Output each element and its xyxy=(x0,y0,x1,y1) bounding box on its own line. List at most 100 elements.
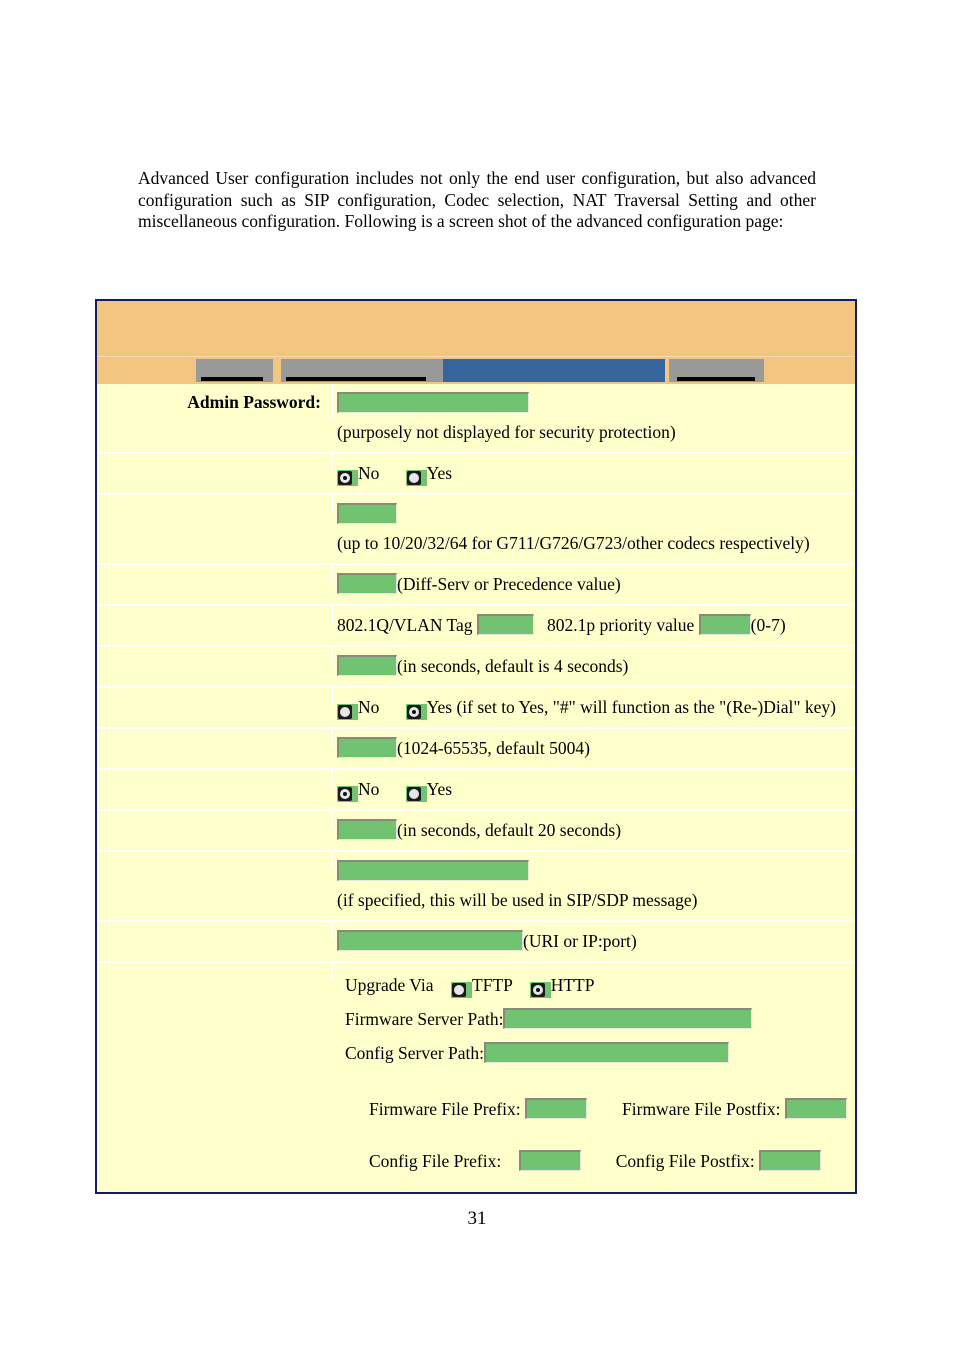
hint-diffserv: (Diff-Serv or Precedence value) xyxy=(397,574,621,594)
radio-icon xyxy=(406,470,421,485)
radio-upgrade-http[interactable] xyxy=(529,981,551,998)
radio-option-3-no-label: No xyxy=(358,779,380,799)
field-diffserv: (Diff-Serv or Precedence value) xyxy=(333,565,855,604)
firmware-file-postfix-label: Firmware File Postfix: xyxy=(622,1099,781,1119)
config-file-prefix-label: Config File Prefix: xyxy=(369,1151,502,1171)
vlan-priority-input[interactable] xyxy=(698,614,751,635)
timer-4s-input[interactable] xyxy=(337,655,397,676)
radio-upgrade-http-label: HTTP xyxy=(550,975,595,995)
tab-4[interactable] xyxy=(669,359,764,382)
row-admin-password: Admin Password: (purposely not displayed… xyxy=(97,384,855,454)
config-file-postfix-input[interactable] xyxy=(759,1150,822,1171)
vlan-priority-label: 802.1p priority value xyxy=(547,615,695,635)
radio-icon xyxy=(338,704,352,719)
hint-sip-sdp: (if specified, this will be used in SIP/… xyxy=(337,890,698,910)
radio-option-2-yes[interactable] xyxy=(405,703,427,720)
firmware-server-path-line: Firmware Server Path: xyxy=(337,1002,849,1036)
tab-1[interactable] xyxy=(196,359,273,382)
tab-2[interactable] xyxy=(281,359,443,382)
tab-3[interactable] xyxy=(443,359,665,382)
row-timer-20s: (in seconds, default 20 seconds) xyxy=(97,811,855,852)
row-option-2: No Yes (if set to Yes, "#" will function… xyxy=(97,688,855,729)
field-rtp-port: (1024-65535, default 5004) xyxy=(333,729,855,768)
rtp-port-input[interactable] xyxy=(337,737,397,758)
label-diffserv xyxy=(97,565,333,583)
hint-codec-size: (up to 10/20/32/64 for G711/G726/G723/ot… xyxy=(337,533,810,553)
config-banner xyxy=(97,301,855,356)
firmware-file-prefix-label: Firmware File Prefix: xyxy=(369,1099,521,1119)
row-timer-4s: (in seconds, default is 4 seconds) xyxy=(97,647,855,688)
timer-20s-input[interactable] xyxy=(337,819,397,840)
tab-1-label-redaction xyxy=(201,377,263,381)
row-codec-size: (up to 10/20/32/64 for G711/G726/G723/ot… xyxy=(97,495,855,565)
sip-sdp-input[interactable] xyxy=(337,860,529,881)
field-upgrade: Upgrade Via TFTP HTTP Firmware Server Pa… xyxy=(333,963,855,1192)
label-admin-password: Admin Password: xyxy=(97,384,333,419)
hint-uri: (URI or IP:port) xyxy=(523,931,637,951)
config-server-path-input[interactable] xyxy=(484,1042,730,1063)
field-uri: (URI or IP:port) xyxy=(333,922,855,961)
config-page-screenshot: Admin Password: (purposely not displayed… xyxy=(95,299,857,1194)
radio-option-1-no[interactable] xyxy=(337,469,358,486)
radio-option-2-no-label: No xyxy=(358,697,380,717)
firmware-server-path-label: Firmware Server Path: xyxy=(345,1009,504,1029)
label-option-2 xyxy=(97,688,333,706)
config-server-path-line: Config Server Path: xyxy=(337,1036,849,1070)
radio-option-3-yes[interactable] xyxy=(405,785,427,802)
radio-option-2-no[interactable] xyxy=(337,703,358,720)
field-sip-sdp: (if specified, this will be used in SIP/… xyxy=(333,852,855,920)
field-timer-4s: (in seconds, default is 4 seconds) xyxy=(333,647,855,686)
row-rtp-port: (1024-65535, default 5004) xyxy=(97,729,855,770)
row-vlan: 802.1Q/VLAN Tag 802.1p priority value (0… xyxy=(97,606,855,647)
uri-input[interactable] xyxy=(337,930,523,951)
config-file-postfix-label: Config File Postfix: xyxy=(615,1151,755,1171)
hint-vlan: (0-7) xyxy=(750,615,786,635)
label-codec-size xyxy=(97,495,333,513)
diffserv-input[interactable] xyxy=(337,573,397,594)
label-uri xyxy=(97,922,333,940)
config-file-prefix-input[interactable] xyxy=(518,1150,581,1171)
radio-icon xyxy=(530,982,545,997)
hint-option-2: (if set to Yes, "#" will function as the… xyxy=(456,697,836,717)
document-body: Advanced User configuration includes not… xyxy=(138,168,816,233)
label-timer-4s xyxy=(97,647,333,665)
radio-icon xyxy=(338,786,352,801)
field-option-3: No Yes xyxy=(333,770,855,809)
radio-option-3-no[interactable] xyxy=(337,785,358,802)
radio-icon xyxy=(338,470,352,485)
tab-4-label-redaction xyxy=(677,377,755,381)
admin-password-input[interactable] xyxy=(337,392,529,413)
radio-option-1-yes-label: Yes xyxy=(426,463,453,483)
label-option-1 xyxy=(97,454,333,472)
radio-option-1-yes[interactable] xyxy=(405,469,427,486)
vlan-tag-input[interactable] xyxy=(476,614,534,635)
radio-icon xyxy=(452,982,467,997)
firmware-server-path-input[interactable] xyxy=(503,1008,753,1029)
field-option-2: No Yes (if set to Yes, "#" will function… xyxy=(333,688,855,727)
config-tab-bar xyxy=(97,356,855,384)
radio-option-2-yes-label: Yes xyxy=(426,697,453,717)
radio-upgrade-tftp[interactable] xyxy=(451,981,473,998)
label-option-3 xyxy=(97,770,333,788)
row-uri: (URI or IP:port) xyxy=(97,922,855,963)
upgrade-via-line: Upgrade Via TFTP HTTP xyxy=(337,968,849,1002)
row-upgrade: Upgrade Via TFTP HTTP Firmware Server Pa… xyxy=(97,963,855,1192)
label-upgrade xyxy=(97,963,333,981)
codec-size-input[interactable] xyxy=(337,503,397,524)
label-timer-20s xyxy=(97,811,333,829)
firmware-file-affix-line: Firmware File Prefix: Firmware File Post… xyxy=(337,1092,849,1126)
radio-option-3-yes-label: Yes xyxy=(426,779,453,799)
label-rtp-port xyxy=(97,729,333,747)
tab-2-label-redaction xyxy=(286,377,426,381)
field-admin-password: (purposely not displayed for security pr… xyxy=(333,384,855,452)
intro-paragraph: Advanced User configuration includes not… xyxy=(138,168,816,231)
firmware-file-prefix-input[interactable] xyxy=(525,1098,588,1119)
field-vlan: 802.1Q/VLAN Tag 802.1p priority value (0… xyxy=(333,606,855,645)
row-sip-sdp: (if specified, this will be used in SIP/… xyxy=(97,852,855,922)
hint-timer-4s: (in seconds, default is 4 seconds) xyxy=(397,656,629,676)
upgrade-via-label: Upgrade Via xyxy=(345,975,434,995)
row-diffserv: (Diff-Serv or Precedence value) xyxy=(97,565,855,606)
firmware-file-postfix-input[interactable] xyxy=(784,1098,847,1119)
hint-timer-20s: (in seconds, default 20 seconds) xyxy=(397,820,622,840)
hint-rtp-port: (1024-65535, default 5004) xyxy=(397,738,590,758)
